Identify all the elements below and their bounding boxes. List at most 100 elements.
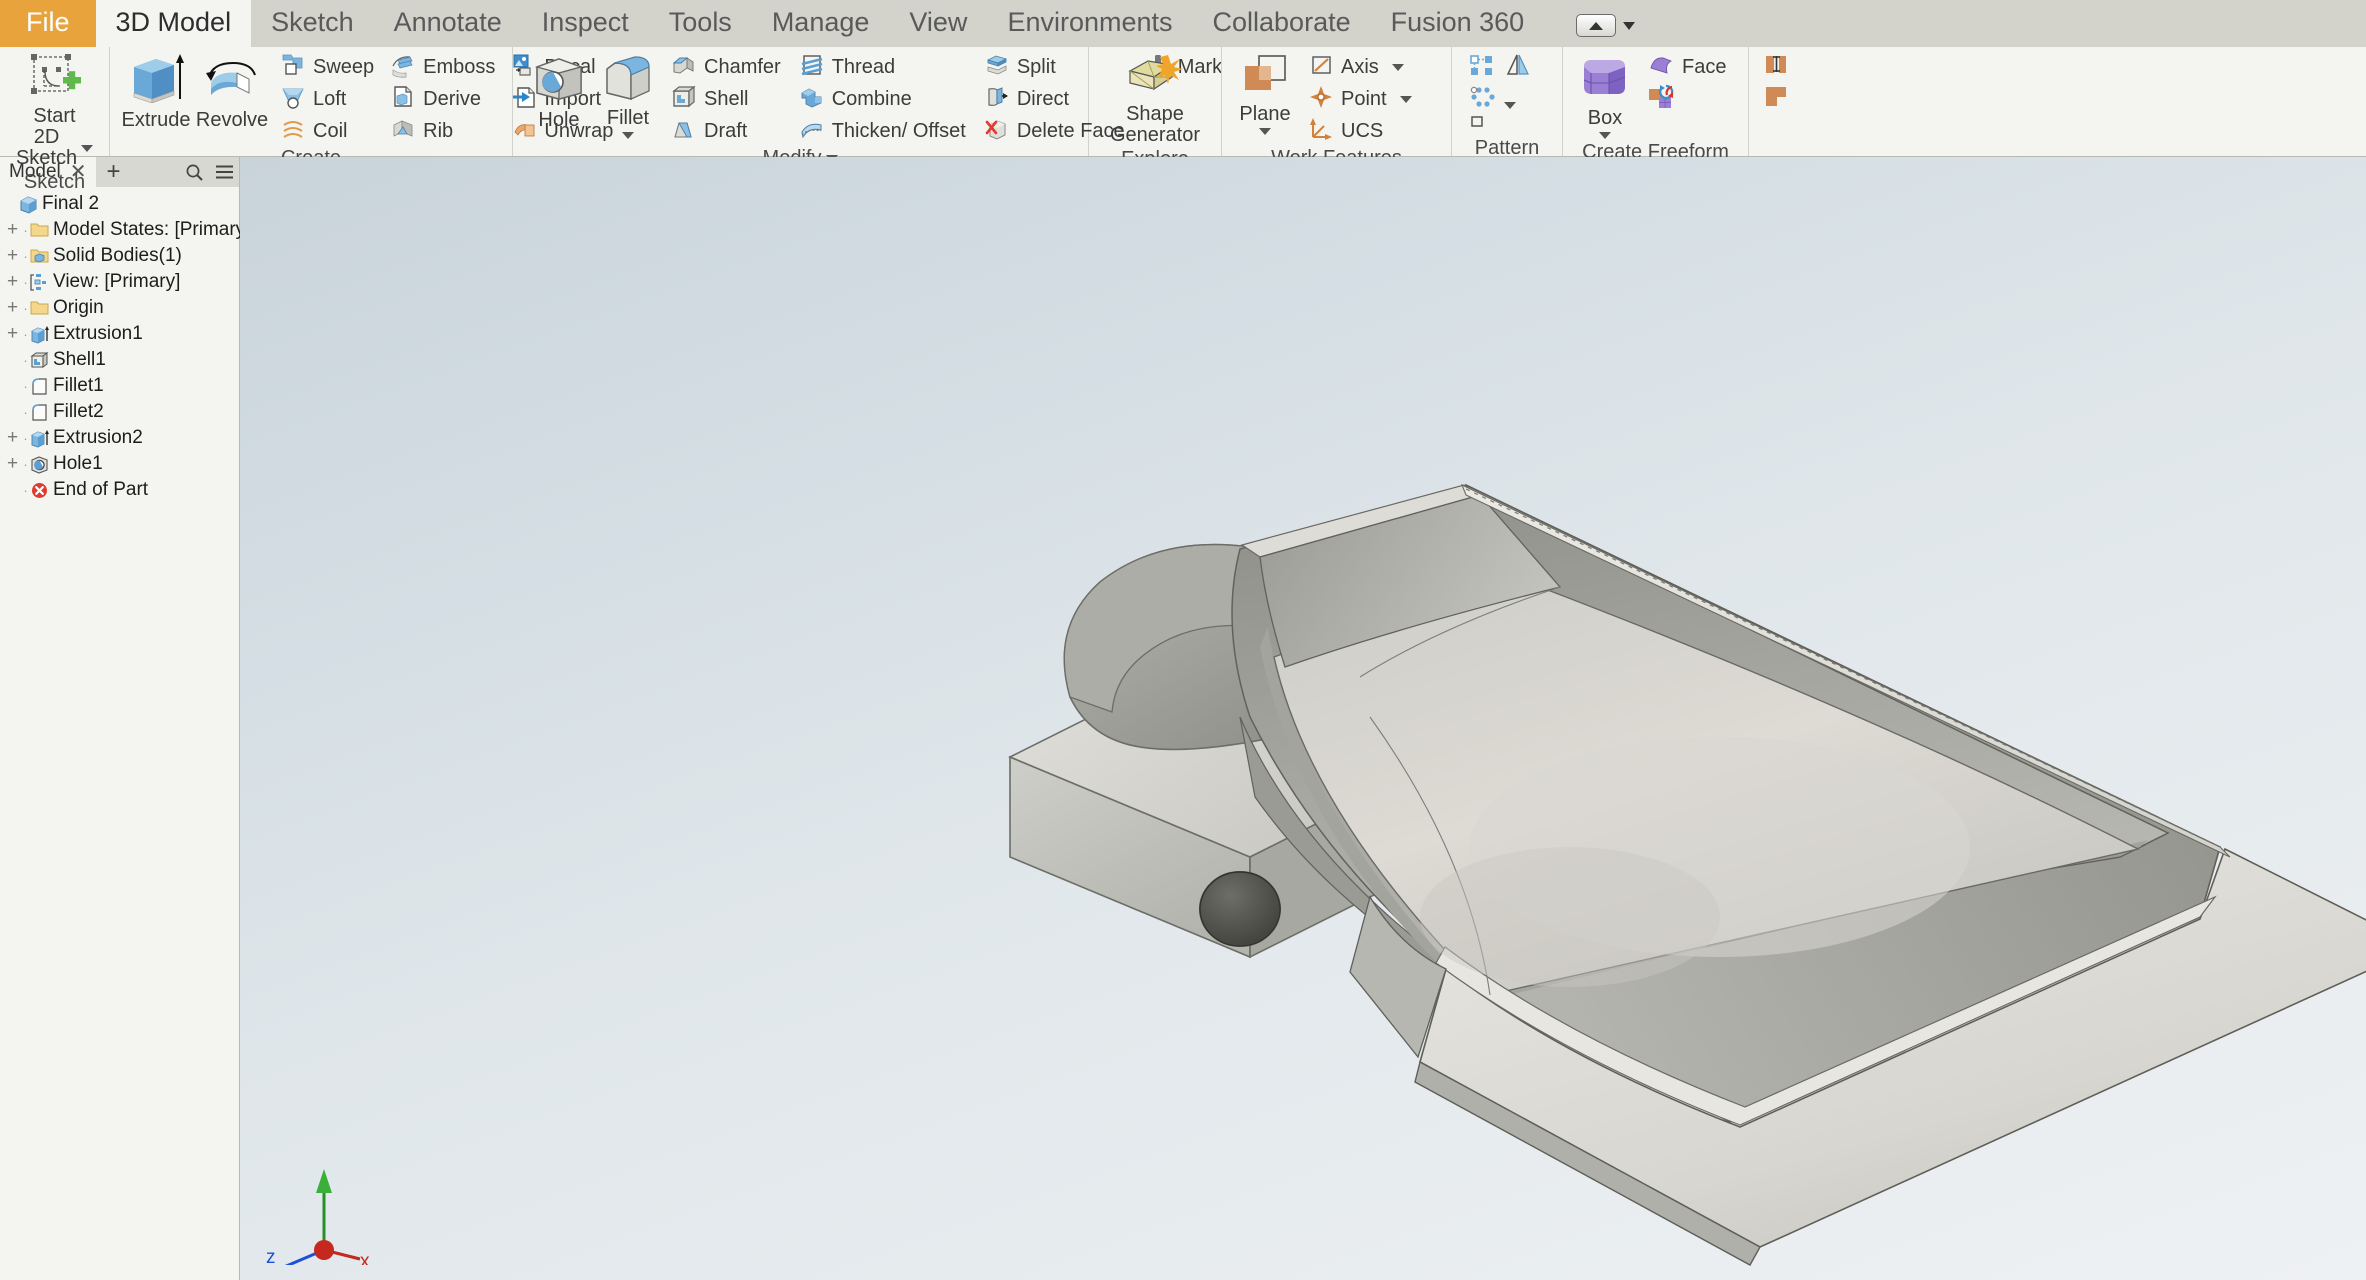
menu-tab-sketch[interactable]: Sketch <box>251 0 374 47</box>
rectangular-pattern-button[interactable] <box>1464 51 1498 83</box>
fillet-button[interactable]: Fillet <box>597 51 659 141</box>
start-2d-sketch-button[interactable]: Start 2D Sketch <box>8 51 101 171</box>
ucs-button[interactable]: UCS <box>1304 115 1420 147</box>
freeform-face-label: Face <box>1682 56 1726 79</box>
chamfer-label: Chamfer <box>704 56 781 79</box>
menu-tab-environments[interactable]: Environments <box>987 0 1192 47</box>
tree-item-model-states[interactable]: + · Model States: [Primary] <box>0 217 239 243</box>
tree-expander[interactable]: + <box>4 219 21 241</box>
fillet-icon <box>601 53 655 106</box>
shell-icon <box>671 84 697 115</box>
tree-item-fillet1[interactable]: · Fillet1 <box>0 373 239 399</box>
freeform-face-button[interactable]: Face <box>1643 51 1734 83</box>
tree-item-hole1[interactable]: + · Hole1 <box>0 451 239 477</box>
circular-pattern-button[interactable] <box>1464 83 1498 115</box>
tree-expander[interactable]: + <box>4 245 21 267</box>
pattern-more-button[interactable] <box>1500 83 1540 115</box>
derive-button[interactable]: Derive <box>386 83 503 115</box>
tree-item-shell1[interactable]: · Shell1 <box>0 347 239 373</box>
hole-label: Hole <box>538 110 579 131</box>
freeform-edge-button[interactable] <box>1759 83 1799 115</box>
chevron-down-icon[interactable] <box>1504 102 1516 109</box>
fillet-label: Fillet <box>607 108 649 129</box>
revolve-label: Revolve <box>196 110 268 131</box>
combine-label: Combine <box>832 88 912 111</box>
chamfer-button[interactable]: Chamfer <box>667 51 789 83</box>
mirror-button[interactable] <box>1500 51 1540 83</box>
menu-tab-view[interactable]: View <box>889 0 987 47</box>
tree-expander[interactable]: + <box>4 427 21 449</box>
shell-button[interactable]: Shell <box>667 83 789 115</box>
model-browser-tree: Final 2 + · Model States: [Primary] + · <box>0 187 239 503</box>
tree-expander[interactable]: + <box>4 271 21 293</box>
tree-item-extrusion2[interactable]: + · Extrusion2 <box>0 425 239 451</box>
collapse-ribbon-control[interactable] <box>1576 14 1635 47</box>
hole-button[interactable]: Hole <box>521 51 597 133</box>
rib-button[interactable]: Rib <box>386 115 503 147</box>
tree-expander[interactable]: + <box>4 297 21 319</box>
combine-button[interactable]: Combine <box>795 83 974 115</box>
menu-tab-annotate[interactable]: Annotate <box>374 0 522 47</box>
menu-tab-collaborate[interactable]: Collaborate <box>1193 0 1371 47</box>
thicken-offset-icon <box>799 116 825 147</box>
point-button[interactable]: Point <box>1304 83 1420 115</box>
chevron-down-icon[interactable] <box>1400 96 1412 103</box>
coil-label: Coil <box>313 120 347 143</box>
tree-item-label: Fillet2 <box>53 401 104 423</box>
menu-file-button[interactable]: File <box>0 0 96 47</box>
emboss-button[interactable]: Emboss <box>386 51 503 83</box>
3d-viewport[interactable]: x z <box>240 157 2366 1280</box>
chevron-down-icon[interactable] <box>1392 64 1404 71</box>
freeform-box-button[interactable]: Box <box>1571 51 1639 141</box>
loft-button[interactable]: Loft <box>276 83 382 115</box>
axis-button[interactable]: Axis <box>1304 51 1420 83</box>
tree-item-final-2[interactable]: Final 2 <box>0 191 239 217</box>
extrude-button[interactable]: Extrude <box>118 51 194 133</box>
thread-button[interactable]: Thread <box>795 51 974 83</box>
draft-button[interactable]: Draft <box>667 115 789 147</box>
plane-button[interactable]: Plane <box>1230 51 1300 137</box>
menu-tab-fusion-360[interactable]: Fusion 360 <box>1371 0 1545 47</box>
sketch-driven-pattern-icon <box>1468 115 1496 138</box>
tree-item-solid-bodies[interactable]: + · Solid Bodies(1) <box>0 243 239 269</box>
coil-button[interactable]: Coil <box>276 115 382 147</box>
coil-icon <box>280 116 306 147</box>
chevron-down-icon[interactable] <box>622 132 634 139</box>
chevron-down-icon[interactable] <box>1623 22 1635 30</box>
shape-generator-button[interactable]: Shape Generator <box>1102 51 1208 148</box>
tree-item-end-of-part[interactable]: · End of Part <box>0 477 239 503</box>
freeform-convert-button[interactable] <box>1643 83 1734 115</box>
tree-item-extrusion1[interactable]: + · Extrusion1 <box>0 321 239 347</box>
extrusion-feature-icon <box>30 325 49 344</box>
ucs-icon <box>1308 116 1334 147</box>
chevron-down-icon[interactable] <box>81 145 93 152</box>
split-icon <box>984 52 1010 83</box>
sweep-button[interactable]: Sweep <box>276 51 382 83</box>
collapse-ribbon-icon[interactable] <box>1576 14 1616 37</box>
menu-tab-inspect[interactable]: Inspect <box>522 0 649 47</box>
loft-label: Loft <box>313 88 346 111</box>
chevron-down-icon[interactable] <box>1599 132 1611 139</box>
menu-tab-tools[interactable]: Tools <box>649 0 752 47</box>
folder-icon <box>30 299 49 318</box>
menu-tab-manage[interactable]: Manage <box>752 0 890 47</box>
tree-item-origin[interactable]: + · Origin <box>0 295 239 321</box>
view-axis-indicator[interactable]: x z <box>260 1155 410 1270</box>
part-document-icon <box>19 195 38 214</box>
shell-feature-icon <box>30 351 49 370</box>
chevron-down-icon[interactable] <box>1259 128 1271 135</box>
shape-generator-label-2: Generator <box>1110 125 1200 146</box>
tree-item-fillet2[interactable]: · Fillet2 <box>0 399 239 425</box>
tree-expander[interactable]: + <box>4 323 21 345</box>
hole-feature-icon <box>30 455 49 474</box>
tree-item-label: Extrusion1 <box>53 323 143 345</box>
3d-model-graphic[interactable] <box>240 157 2366 1280</box>
tree-item-view[interactable]: + · View: [Primary] <box>0 269 239 295</box>
freeform-edit-form-button[interactable] <box>1759 51 1799 83</box>
tree-expander[interactable]: + <box>4 453 21 475</box>
revolve-button[interactable]: Revolve <box>194 51 270 133</box>
sketch-driven-pattern-button[interactable] <box>1464 115 1498 137</box>
tree-item-label: Model States: [Primary] <box>53 219 250 241</box>
thicken-offset-button[interactable]: Thicken/ Offset <box>795 115 974 147</box>
menu-tab-3d-model[interactable]: 3D Model <box>96 0 252 47</box>
